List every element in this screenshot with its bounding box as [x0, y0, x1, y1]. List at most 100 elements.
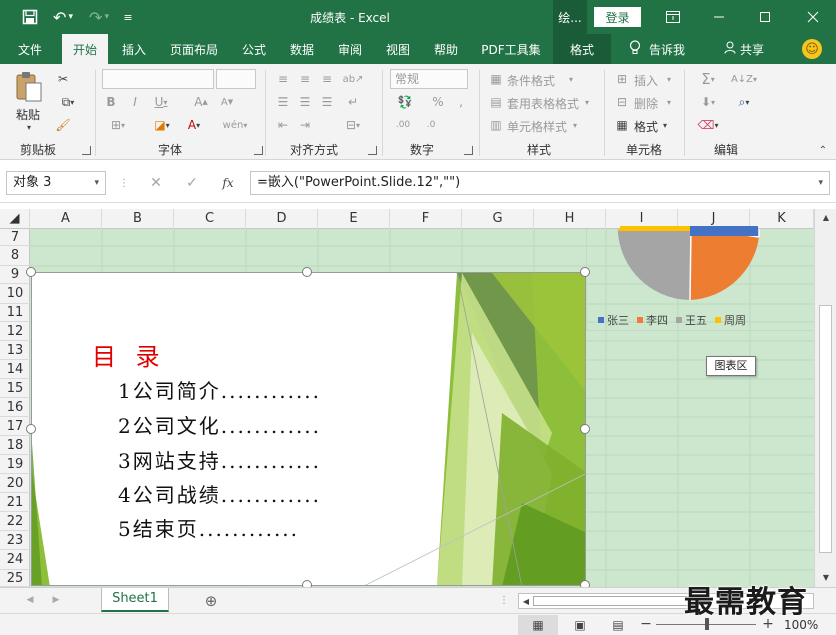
- row-header-13[interactable]: 13: [0, 341, 30, 360]
- zoom-out-icon[interactable]: −: [640, 616, 652, 632]
- resize-handle-top[interactable]: [302, 267, 312, 277]
- tab-split-grip-icon[interactable]: ⋮: [499, 593, 509, 607]
- prev-sheet-icon[interactable]: ◀: [24, 593, 36, 607]
- chart-legend[interactable]: 张三 李四 王五 周周: [598, 312, 746, 328]
- pie-slice-lisi[interactable]: [690, 229, 759, 300]
- row-header-8[interactable]: 8: [0, 246, 30, 266]
- column-header-c[interactable]: C: [174, 209, 246, 229]
- resize-handle-top-left[interactable]: [26, 267, 36, 277]
- normal-view-icon[interactable]: ▦: [518, 615, 558, 635]
- comma-style-icon[interactable]: ,: [452, 93, 470, 111]
- italic-icon[interactable]: I: [128, 93, 142, 111]
- feedback-smiley-icon[interactable]: ☺: [802, 39, 822, 59]
- chevron-down-icon[interactable]: ▾: [582, 95, 592, 109]
- tab-help[interactable]: 帮助: [426, 34, 466, 64]
- column-header-f[interactable]: F: [390, 209, 462, 229]
- row-header-18[interactable]: 18: [0, 436, 30, 455]
- cell-styles-button[interactable]: 单元格样式: [507, 118, 567, 135]
- paste-icon[interactable]: [12, 70, 46, 104]
- find-select-icon[interactable]: ⌕ ▾: [730, 93, 758, 111]
- row-header-7[interactable]: 7: [0, 229, 30, 246]
- formula-input[interactable]: =嵌入("PowerPoint.Slide.12","") ▾: [250, 171, 830, 195]
- row-header-11[interactable]: 11: [0, 304, 30, 322]
- horizontal-scroll-thumb[interactable]: [533, 596, 693, 606]
- paste-dropdown-icon[interactable]: ▾: [22, 122, 36, 132]
- row-header-21[interactable]: 21: [0, 493, 30, 512]
- column-header-a[interactable]: A: [30, 209, 102, 229]
- tab-view[interactable]: 视图: [378, 34, 418, 64]
- chevron-down-icon[interactable]: ▾: [94, 172, 99, 194]
- scroll-up-icon[interactable]: ▲: [820, 211, 832, 223]
- row-header-20[interactable]: 20: [0, 474, 30, 493]
- autosum-icon[interactable]: Σ ▾: [694, 70, 722, 88]
- maximize-icon[interactable]: [742, 0, 788, 34]
- align-top-icon[interactable]: ≡: [274, 70, 292, 88]
- tab-format[interactable]: 格式: [553, 34, 611, 64]
- increase-indent-icon[interactable]: ⇥: [296, 116, 314, 134]
- embedded-ppt-slide[interactable]: 目 录 1公司简介............ 2公司文化............ …: [31, 272, 586, 586]
- insert-cells-button[interactable]: 插入: [634, 72, 658, 89]
- font-size-dropdown[interactable]: [216, 69, 256, 89]
- number-format-dropdown[interactable]: 常规: [390, 69, 468, 89]
- chevron-down-icon[interactable]: ▾: [570, 118, 580, 132]
- tell-me-box[interactable]: 告诉我: [620, 34, 694, 64]
- underline-icon[interactable]: U ▾: [150, 93, 172, 111]
- font-name-dropdown[interactable]: [102, 69, 214, 89]
- row-header-15[interactable]: 15: [0, 379, 30, 398]
- tab-data[interactable]: 数据: [282, 34, 322, 64]
- login-button[interactable]: 登录: [594, 7, 641, 27]
- format-painter-icon[interactable]: 🖌: [54, 116, 72, 134]
- phonetic-guide-icon[interactable]: wén ▾: [223, 116, 248, 134]
- copy-icon[interactable]: ⧉ ▾: [54, 93, 82, 111]
- vertical-scrollbar[interactable]: ▲ ▼: [814, 209, 836, 587]
- expand-formula-bar-icon[interactable]: ▾: [818, 172, 823, 194]
- sort-filter-icon[interactable]: A↓Z ▾: [730, 70, 758, 88]
- chevron-down-icon[interactable]: ▾: [660, 118, 670, 132]
- tab-file[interactable]: 文件: [8, 34, 52, 64]
- alignment-launcher-icon[interactable]: [368, 146, 377, 155]
- increase-font-icon[interactable]: A ▲: [192, 93, 210, 111]
- tab-formulas[interactable]: 公式: [234, 34, 274, 64]
- row-header-9[interactable]: 9: [0, 266, 30, 284]
- clipboard-launcher-icon[interactable]: [82, 146, 91, 155]
- sheet-tab-sheet1[interactable]: Sheet1: [101, 588, 169, 612]
- row-header-25[interactable]: 25: [0, 570, 30, 587]
- merge-center-icon[interactable]: ⊟ ▾: [340, 116, 366, 134]
- tab-home[interactable]: 开始: [62, 34, 108, 64]
- format-as-table-button[interactable]: 套用表格格式: [507, 95, 579, 112]
- orientation-icon[interactable]: ab↗: [343, 70, 364, 88]
- tab-insert[interactable]: 插入: [114, 34, 154, 64]
- tab-page-layout[interactable]: 页面布局: [164, 34, 224, 64]
- name-box[interactable]: 对象 3 ▾: [6, 171, 106, 195]
- borders-icon[interactable]: ⊞ ▾: [104, 116, 132, 134]
- align-right-icon[interactable]: ☰: [318, 93, 336, 111]
- align-middle-icon[interactable]: ≡: [296, 70, 314, 88]
- format-cells-button[interactable]: 格式: [634, 118, 658, 135]
- select-all-corner[interactable]: ◢: [0, 209, 30, 229]
- bold-icon[interactable]: B: [104, 93, 118, 111]
- share-button[interactable]: 共享: [718, 34, 770, 64]
- increase-decimal-icon[interactable]: .00: [392, 116, 414, 134]
- conditional-format-button[interactable]: 条件格式: [507, 72, 555, 89]
- next-sheet-icon[interactable]: ▶: [50, 593, 62, 607]
- cancel-entry-icon[interactable]: ✕: [146, 173, 166, 193]
- decrease-decimal-icon[interactable]: .0: [420, 116, 442, 134]
- chevron-down-icon[interactable]: ▾: [664, 95, 674, 109]
- cut-icon[interactable]: ✂: [54, 70, 72, 88]
- chevron-down-icon[interactable]: ▾: [566, 72, 576, 86]
- row-header-19[interactable]: 19: [0, 455, 30, 474]
- resize-handle-top-right[interactable]: [580, 267, 590, 277]
- ribbon-display-options-icon[interactable]: [650, 0, 696, 34]
- pie-slice-wangwu[interactable]: [617, 229, 691, 300]
- insert-function-icon[interactable]: fx: [218, 173, 238, 193]
- confirm-entry-icon[interactable]: ✓: [182, 173, 202, 193]
- scroll-left-icon[interactable]: ◀: [521, 595, 531, 607]
- row-header-12[interactable]: 12: [0, 322, 30, 341]
- scroll-down-icon[interactable]: ▼: [820, 571, 832, 583]
- fill-icon[interactable]: ⬇ ▾: [694, 93, 722, 111]
- number-launcher-icon[interactable]: [464, 146, 473, 155]
- page-break-view-icon[interactable]: ▤: [604, 615, 632, 635]
- scroll-thumb[interactable]: [819, 305, 832, 553]
- delete-cells-button[interactable]: 删除: [634, 95, 658, 112]
- collapse-ribbon-icon[interactable]: ⌃: [816, 144, 830, 156]
